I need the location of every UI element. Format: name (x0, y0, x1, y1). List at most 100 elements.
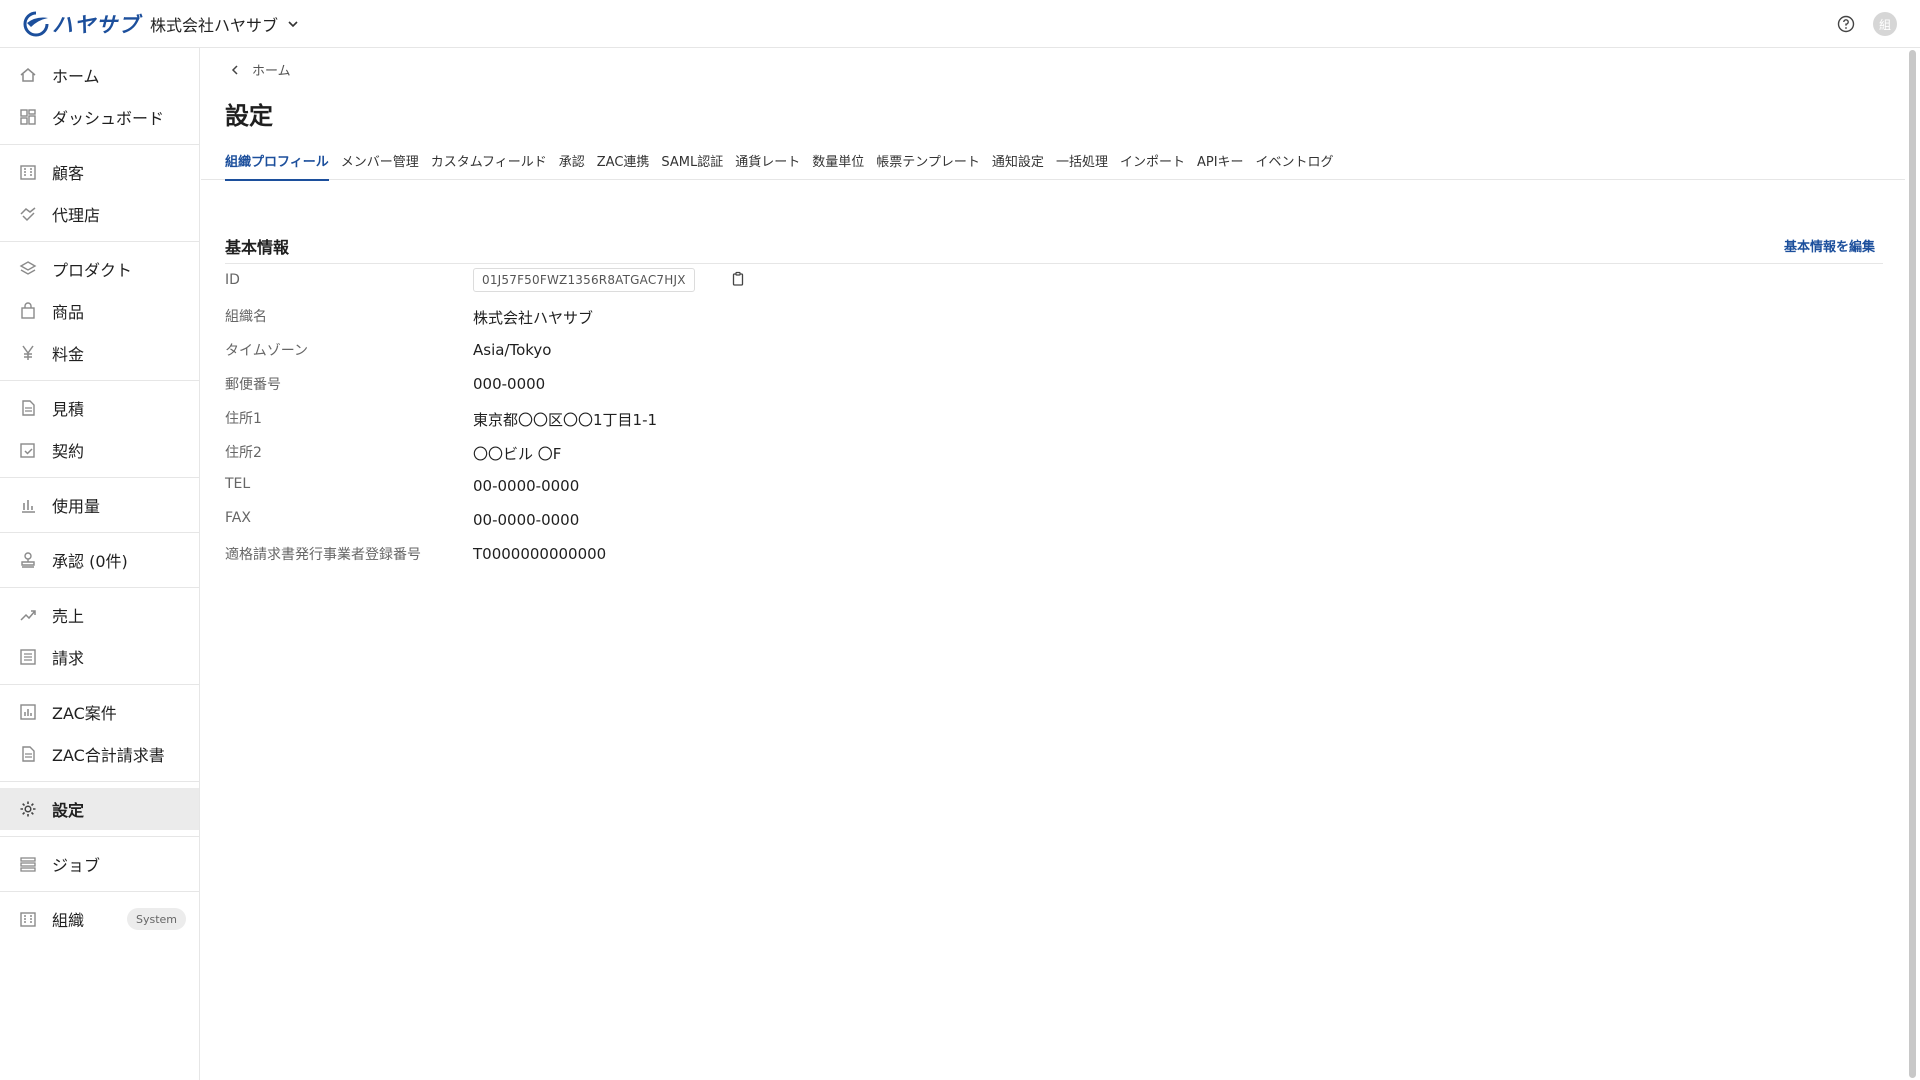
edit-basic-info-link[interactable]: 基本情報を編集 (1784, 236, 1875, 255)
sidebar-item-label: ZAC合計請求書 (52, 746, 165, 765)
sidebar-item-bar-chart[interactable]: 使用量 (0, 484, 199, 526)
tab-8[interactable]: 帳票テンプレート (876, 148, 980, 180)
sidebar-item-bag[interactable]: 商品 (0, 290, 199, 332)
sidebar-item-chart-box[interactable]: ZAC案件 (0, 691, 199, 733)
bar-chart-icon (18, 495, 38, 515)
tab-5[interactable]: SAML認証 (661, 148, 723, 180)
sidebar-item-label: 契約 (52, 442, 85, 461)
tab-9[interactable]: 通知設定 (992, 148, 1044, 180)
field-label: 住所1 (225, 411, 262, 427)
copy-icon[interactable] (730, 271, 746, 287)
logo-text: ハヤサブ (52, 13, 140, 37)
building-icon (18, 909, 38, 929)
tab-10[interactable]: 一括処理 (1056, 148, 1108, 180)
tab-3[interactable]: 承認 (559, 148, 585, 180)
info-row: FAX 00-0000-0000 (225, 510, 1825, 544)
nav-group: 使用量 (0, 478, 199, 533)
sidebar-item-building[interactable]: 顧客 (0, 151, 199, 193)
field-label: 郵便番号 (225, 377, 281, 393)
tab-12[interactable]: APIキー (1197, 148, 1244, 180)
info-row: ID 01J57F50FWZ1356R8ATGAC7HJX (225, 268, 1825, 306)
gear-icon (18, 799, 38, 819)
field-label: タイムゾーン (225, 343, 309, 359)
chevron-left-icon (228, 63, 242, 77)
system-badge: System (127, 908, 187, 930)
id-value[interactable]: 01J57F50FWZ1356R8ATGAC7HJX (473, 268, 695, 292)
sidebar-item-yen[interactable]: 料金 (0, 332, 199, 374)
field-value: T0000000000000 (473, 545, 607, 563)
sidebar-item-list[interactable]: 請求 (0, 636, 199, 678)
section-header: 基本情報 基本情報を編集 (225, 232, 1883, 264)
tab-7[interactable]: 数量単位 (812, 148, 864, 180)
info-row: 組織名 株式会社ハヤサブ (225, 306, 1825, 340)
sidebar-item-label: ジョブ (52, 856, 101, 875)
nav-group: ジョブ (0, 837, 199, 892)
nav-group: ホーム ダッシュボード (0, 48, 199, 145)
sidebar-item-label: 組織 (52, 911, 85, 930)
avatar[interactable]: 組 (1873, 12, 1897, 36)
sidebar-item-building[interactable]: 組織 System (0, 898, 199, 940)
info-row: 住所1 東京都〇〇区〇〇1丁目1-1 (225, 408, 1825, 442)
sidebar-item-label: プロダクト (52, 261, 133, 280)
top-header: ハヤサブ 株式会社ハヤサブ 組 (0, 0, 1920, 48)
yen-icon (18, 343, 38, 363)
help-icon[interactable] (1837, 15, 1855, 33)
field-value: 00-0000-0000 (473, 511, 580, 529)
bag-icon (18, 301, 38, 321)
nav-group: 顧客 代理店 (0, 145, 199, 242)
sidebar-item-label: ZAC案件 (52, 704, 117, 723)
sidebar-item-document[interactable]: 見積 (0, 387, 199, 429)
sidebar-item-label: 顧客 (52, 164, 85, 183)
tab-2[interactable]: カスタムフィールド (431, 148, 547, 180)
document-icon (18, 744, 38, 764)
sidebar-item-label: 商品 (52, 303, 85, 322)
field-label: 住所2 (225, 445, 262, 461)
chart-box-icon (18, 702, 38, 722)
tab-13[interactable]: イベントログ (1256, 148, 1334, 180)
dashboard-icon (18, 107, 38, 127)
scrollbar[interactable] (1906, 48, 1918, 1080)
nav-group: 設定 (0, 782, 199, 837)
info-row: TEL 00-0000-0000 (225, 476, 1825, 510)
page-title: 設定 (225, 102, 273, 130)
sidebar-item-dashboard[interactable]: ダッシュボード (0, 96, 199, 138)
nav-group: ZAC案件 ZAC合計請求書 (0, 685, 199, 782)
logo-mark-icon (23, 11, 49, 37)
sidebar-item-calendar-check[interactable]: 契約 (0, 429, 199, 471)
sidebar-item-label: 承認 (0件) (52, 552, 128, 571)
tab-6[interactable]: 通貨レート (735, 148, 800, 180)
tab-0[interactable]: 組織プロフィール (225, 148, 329, 181)
sidebar-item-home[interactable]: ホーム (0, 54, 199, 96)
sidebar-item-label: 代理店 (52, 206, 101, 225)
scrollbar-thumb[interactable] (1909, 50, 1916, 1078)
sidebar-item-gear[interactable]: 設定 (0, 788, 199, 830)
settings-tabs: 組織プロフィール メンバー管理 カスタムフィールド 承認 ZAC連携 SAML認証 通貨レー… (201, 148, 1905, 181)
sidebar-item-label: 設定 (52, 801, 85, 820)
tab-11[interactable]: インポート (1120, 148, 1185, 180)
sidebar-item-stamp[interactable]: 承認 (0件) (0, 539, 199, 581)
field-value: 株式会社ハヤサブ (473, 309, 594, 327)
app-logo[interactable]: ハヤサブ (22, 9, 140, 39)
sidebar-item-handshake[interactable]: 代理店 (0, 193, 199, 235)
field-value: 000-0000 (473, 375, 546, 393)
main-content: ホーム 設定 組織プロフィール メンバー管理 カスタムフィールド 承認 ZAC連携 SAM… (201, 48, 1905, 1080)
sidebar-item-stack[interactable]: ジョブ (0, 843, 199, 885)
chevron-down-icon (286, 17, 300, 31)
info-row: 住所2 〇〇ビル 〇F (225, 442, 1825, 476)
tab-1[interactable]: メンバー管理 (341, 148, 419, 180)
breadcrumb[interactable]: ホーム (228, 60, 291, 79)
sidebar-item-label: 売上 (52, 607, 85, 626)
sidebar-item-trend[interactable]: 売上 (0, 594, 199, 636)
field-label: FAX (225, 510, 251, 526)
org-switcher[interactable]: 株式会社ハヤサブ (150, 12, 300, 36)
sidebar-item-document[interactable]: ZAC合計請求書 (0, 733, 199, 775)
nav-group: 売上請求 (0, 588, 199, 685)
sidebar: ホーム ダッシュボード顧客代理店プロダクト商品料金見積契約使用量承認 (0件) 売上… (0, 48, 200, 1080)
trend-icon (18, 605, 38, 625)
nav-group: 承認 (0件) (0, 533, 199, 588)
nav-group: 組織 System (0, 892, 199, 946)
field-value: 〇〇ビル 〇F (473, 445, 562, 463)
sidebar-item-layers[interactable]: プロダクト (0, 248, 199, 290)
tab-4[interactable]: ZAC連携 (597, 148, 650, 180)
sidebar-item-label: 見積 (52, 400, 85, 419)
